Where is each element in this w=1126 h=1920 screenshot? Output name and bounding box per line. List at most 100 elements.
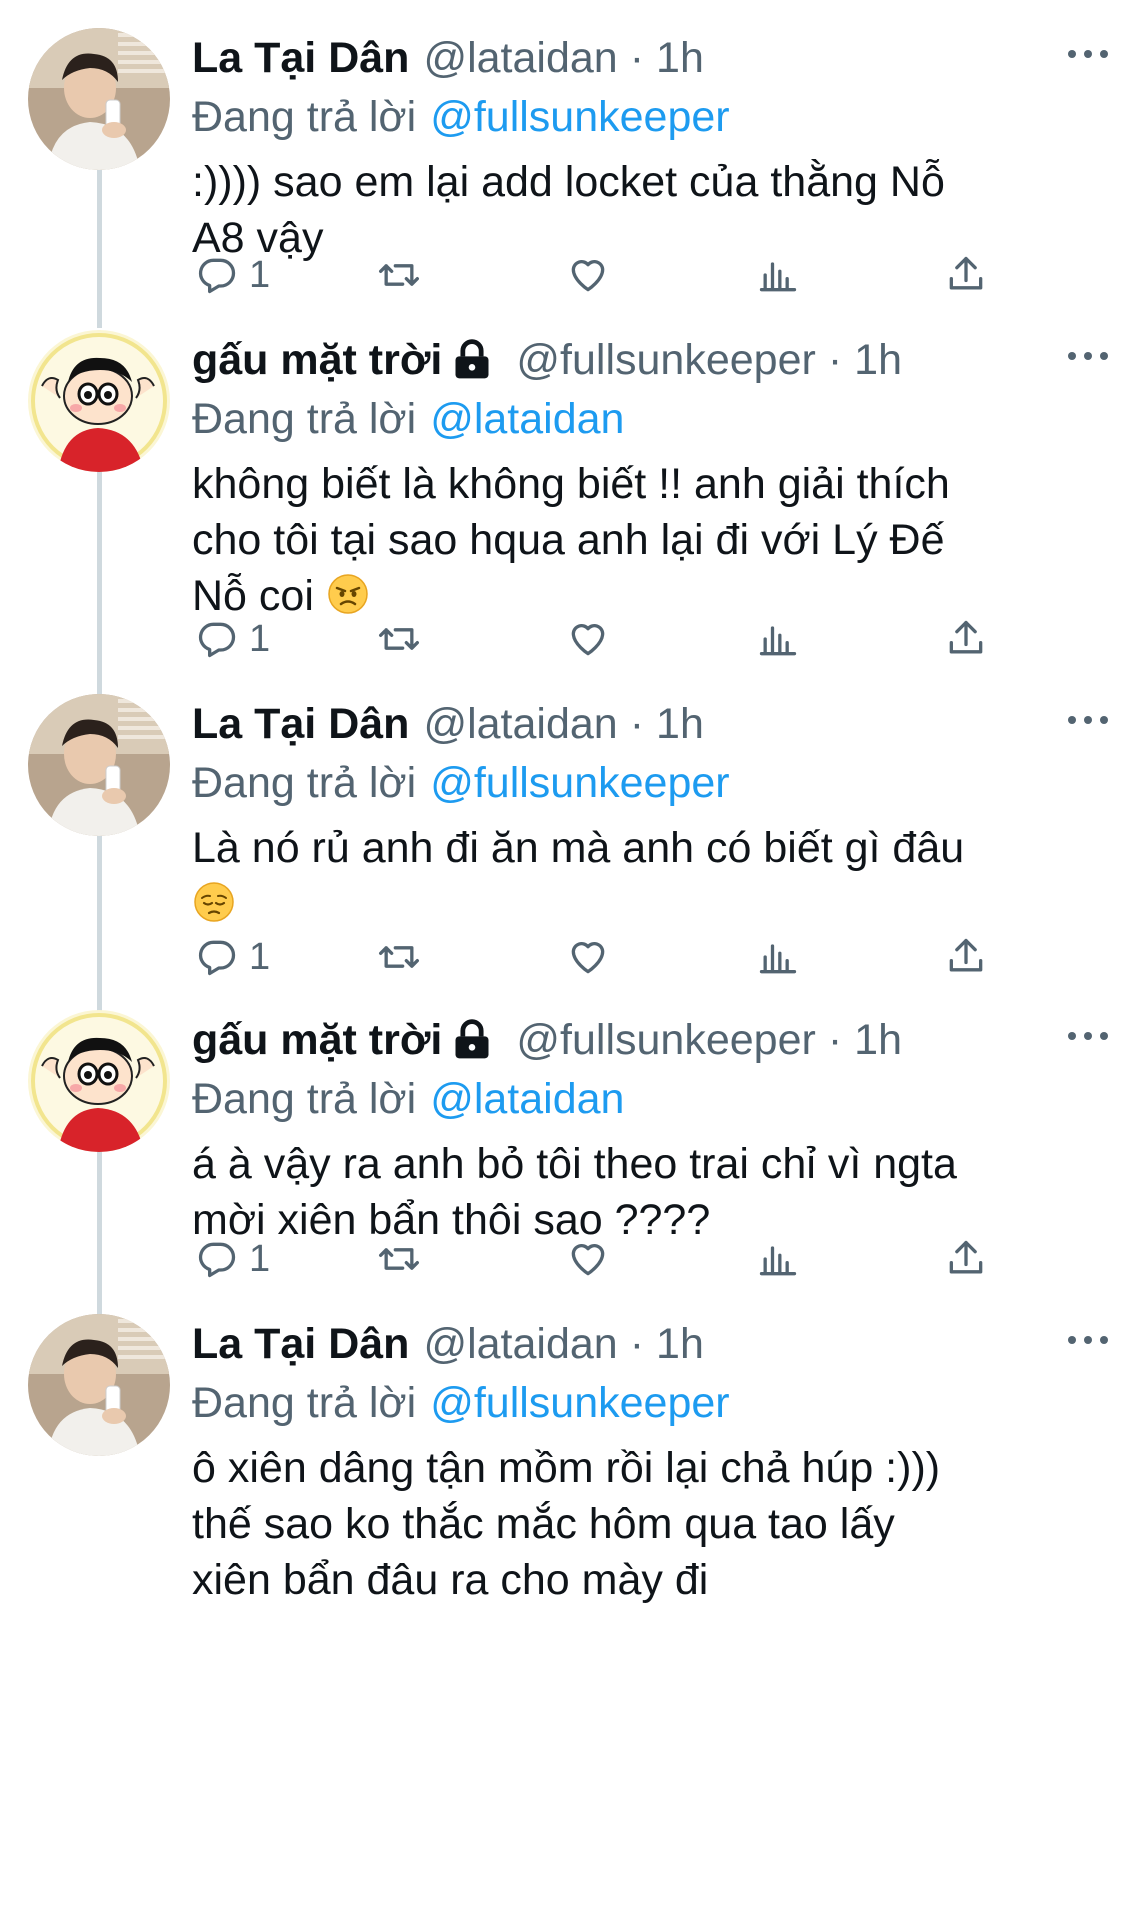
retweet-button[interactable]	[377, 932, 421, 982]
replying-to: Đang trả lời @fullsunkeeper	[192, 88, 1106, 146]
more-horizontal-icon[interactable]	[1064, 1024, 1112, 1048]
replying-to-label: Đang trả lời	[192, 394, 417, 443]
handle[interactable]: @fullsunkeeper	[516, 336, 815, 385]
share-button[interactable]	[944, 932, 988, 982]
display-name[interactable]: gấu mặt trời	[192, 336, 442, 385]
handle[interactable]: @lataidan	[423, 1320, 617, 1369]
more-horizontal-icon[interactable]	[1064, 708, 1112, 732]
replying-to-label: Đang trả lời	[192, 758, 417, 807]
replying-to-handle[interactable]: @lataidan	[430, 1075, 624, 1124]
display-name[interactable]: gấu mặt trời	[192, 1016, 442, 1065]
more-horizontal-icon[interactable]	[1064, 1328, 1112, 1352]
replying-to: Đang trả lời @fullsunkeeper	[192, 1374, 1106, 1432]
tweet-text-container: không biết là không biết !! anh giải thí…	[192, 456, 1106, 624]
share-button[interactable]	[944, 614, 988, 664]
more-horizontal-icon[interactable]	[1064, 344, 1112, 368]
analytics-icon	[759, 626, 797, 656]
tweet-actions: 1	[192, 250, 1022, 300]
retweet-button[interactable]	[377, 250, 421, 300]
angry-face-icon	[328, 574, 368, 614]
replying-to: Đang trả lời @lataidan	[192, 390, 1106, 448]
timestamp[interactable]: 1h	[656, 1320, 704, 1369]
share-button[interactable]	[944, 1234, 988, 1284]
reply-icon	[198, 1242, 236, 1278]
handle[interactable]: @lataidan	[423, 700, 617, 749]
replying-to: Đang trả lời @fullsunkeeper	[192, 754, 1106, 812]
analytics-icon	[759, 944, 797, 974]
tweet-text: ô xiên dâng tận mồm rồi lại chả húp :)))…	[192, 1444, 941, 1604]
timestamp[interactable]: 1h	[656, 700, 704, 749]
retweet-button[interactable]	[377, 1234, 421, 1284]
analytics-icon	[759, 1246, 797, 1276]
like-button[interactable]	[566, 614, 610, 664]
reply-count: 1	[249, 617, 271, 660]
avatar-lataidan[interactable]	[28, 1314, 170, 1456]
avatar-fullsunkeeper[interactable]	[28, 330, 170, 472]
views-button[interactable]	[756, 1234, 800, 1284]
tweet-text: không biết là không biết !! anh giải thí…	[192, 460, 950, 620]
handle[interactable]: @fullsunkeeper	[516, 1016, 815, 1065]
heart-icon	[571, 260, 605, 292]
share-icon	[949, 1240, 983, 1274]
replying-to-label: Đang trả lời	[192, 1378, 417, 1427]
like-button[interactable]	[566, 1234, 610, 1284]
thread-line	[97, 146, 102, 328]
pensive-face-icon	[194, 882, 234, 922]
timestamp[interactable]: 1h	[854, 1016, 902, 1065]
reply-count: 1	[249, 935, 271, 978]
tweet-header: gấu mặt trời @fullsunkeeper · 1h	[192, 1010, 1106, 1070]
replying-to-handle[interactable]: @fullsunkeeper	[430, 93, 729, 142]
tweet-text: á à vậy ra anh bỏ tôi theo trai chỉ vì n…	[192, 1140, 957, 1244]
replying-to-handle[interactable]: @fullsunkeeper	[430, 1379, 729, 1428]
avatar-fullsunkeeper[interactable]	[28, 1010, 170, 1152]
thread-line	[97, 454, 102, 694]
views-button[interactable]	[756, 250, 800, 300]
avatar-lataidan[interactable]	[28, 28, 170, 170]
tweet-text-container: Là nó rủ anh đi ăn mà anh có biết gì đâu	[192, 820, 1106, 932]
timestamp[interactable]: 1h	[656, 34, 704, 83]
retweet-icon	[379, 1248, 419, 1270]
handle[interactable]: @lataidan	[423, 34, 617, 83]
replying-to-handle[interactable]: @fullsunkeeper	[430, 759, 729, 808]
tweet-header: La Tại Dân @lataidan · 1h	[192, 1314, 1106, 1374]
display-name[interactable]: La Tại Dân	[192, 700, 409, 749]
reply-button[interactable]: 1	[195, 250, 270, 300]
retweet-button[interactable]	[377, 614, 421, 664]
display-name[interactable]: La Tại Dân	[192, 1320, 409, 1369]
more-horizontal-icon[interactable]	[1064, 42, 1112, 66]
lock-icon	[455, 339, 489, 379]
heart-icon	[571, 1244, 605, 1276]
replying-to-label: Đang trả lời	[192, 1074, 417, 1123]
retweet-icon	[379, 946, 419, 968]
like-button[interactable]	[566, 250, 610, 300]
avatar-lataidan[interactable]	[28, 694, 170, 836]
separator-dot: ·	[827, 335, 843, 384]
reply-icon	[198, 258, 236, 294]
separator-dot: ·	[629, 699, 645, 748]
display-name[interactable]: La Tại Dân	[192, 34, 409, 83]
share-icon	[949, 938, 983, 972]
views-button[interactable]	[756, 932, 800, 982]
reply-button[interactable]: 1	[195, 1234, 270, 1284]
share-button[interactable]	[944, 250, 988, 300]
replying-to: Đang trả lời @lataidan	[192, 1070, 1106, 1128]
replying-to-handle[interactable]: @lataidan	[430, 395, 624, 444]
reply-button[interactable]: 1	[195, 932, 270, 982]
tweet-actions: 1	[192, 932, 1022, 982]
reply-button[interactable]: 1	[195, 614, 270, 664]
like-button[interactable]	[566, 932, 610, 982]
reply-icon	[198, 622, 236, 658]
share-icon	[949, 256, 983, 290]
tweet-text: Là nó rủ anh đi ăn mà anh có biết gì đâu	[192, 824, 965, 872]
analytics-icon	[759, 262, 797, 292]
retweet-icon	[379, 628, 419, 650]
thread-line	[97, 822, 102, 1012]
separator-dot: ·	[629, 33, 645, 82]
retweet-icon	[379, 264, 419, 286]
tweet-header: gấu mặt trời @fullsunkeeper · 1h	[192, 330, 1106, 390]
tweet-actions: 1	[192, 1234, 1022, 1284]
reply-icon	[198, 940, 236, 976]
reply-count: 1	[249, 253, 271, 296]
views-button[interactable]	[756, 614, 800, 664]
timestamp[interactable]: 1h	[854, 336, 902, 385]
